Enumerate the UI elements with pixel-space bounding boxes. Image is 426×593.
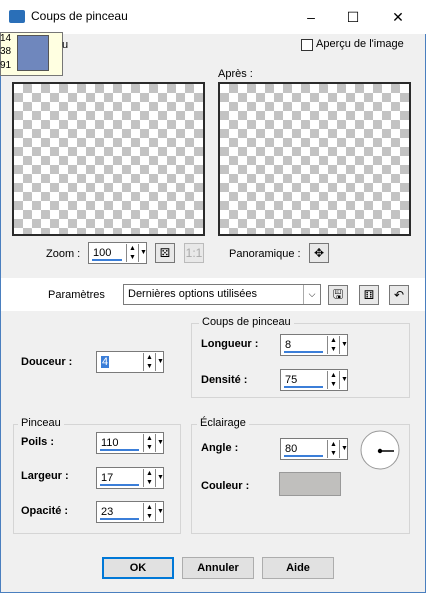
angle-label: Angle : [201,442,239,454]
stroke-group-label: Coups de pinceau [199,316,294,328]
chevron-down-icon: ⌵ [303,285,320,304]
presets-dropdown[interactable]: Dernières options utilisées ⌵ [123,284,321,305]
window-title: Coups de pinceau [31,9,128,23]
bristles-dropdown-arrow[interactable]: ▼ [157,434,164,452]
angle-field[interactable]: 80 ▲ ▼ ▼ [280,438,348,460]
close-button[interactable]: ✕ [375,0,421,34]
before-preview-pane[interactable] [12,82,205,236]
width-value: 17 [101,472,114,484]
density-field[interactable]: 75 ▲ ▼ ▼ [280,369,348,391]
angle-underline [284,455,323,457]
bristles-spin-arrows[interactable]: ▲ ▼ [143,434,156,452]
lighting-group-label: Éclairage [197,417,249,429]
width-dropdown-arrow[interactable]: ▼ [157,469,164,487]
zoom-label: Zoom : [46,248,81,260]
maximize-button[interactable]: ☐ [330,0,376,34]
width-spin-arrows[interactable]: ▲ ▼ [143,469,156,487]
brush-group-label: Pinceau [18,417,64,429]
cancel-button[interactable]: Annuler [182,557,254,579]
preview-checkbox-label: Aperçu de l'image [316,38,404,50]
presets-label: Paramètres [48,289,105,301]
softness-field[interactable]: 4 ▲ ▼ ▼ [96,351,164,373]
angle-value: 80 [285,443,298,455]
bristles-label: Poils : [21,436,55,448]
zoom-field[interactable]: 100 ▲ ▼ ▼ [88,242,147,264]
length-spin-arrows[interactable]: ▲ ▼ [327,336,340,354]
zoom-actual-size-button[interactable]: 1:1 [184,243,204,263]
bristles-value: 110 [101,437,119,449]
zoom-dropdown-arrow[interactable]: ▼ [140,244,147,262]
pan-button[interactable]: ✥ [309,243,329,263]
after-label: Après : [218,68,253,80]
zoom-value: 100 [93,247,112,259]
app-icon [9,10,25,23]
opacity-value: 23 [101,506,114,518]
after-preview-pane[interactable] [218,82,411,236]
length-dropdown-arrow[interactable]: ▼ [341,336,348,354]
randomize-dice-icon[interactable]: ⚅ [359,285,379,305]
preview-checkbox[interactable] [301,39,313,51]
opacity-spin-arrows[interactable]: ▲ ▼ [143,503,156,521]
softness-value: 4 [101,356,110,368]
presets-selected-value: Dernières options utilisées [128,288,258,300]
bristles-field[interactable]: 110 ▲ ▼ ▼ [96,432,164,454]
angle-dropdown-arrow[interactable]: ▼ [341,440,348,458]
bristles-underline [100,449,139,451]
density-label: Densité : [201,374,248,386]
width-underline [100,484,139,486]
density-dropdown-arrow[interactable]: ▼ [341,371,348,389]
width-field[interactable]: 17 ▲ ▼ ▼ [96,467,164,489]
length-underline [284,351,323,353]
help-button[interactable]: Aide [262,557,334,579]
softness-spin-arrows[interactable]: ▲ ▼ [143,353,156,371]
reset-icon[interactable]: ↶ [389,285,409,305]
opacity-underline [100,518,139,520]
zoom-spin-arrows[interactable]: ▲ ▼ [126,244,139,262]
density-spin-arrows[interactable]: ▲ ▼ [327,371,340,389]
opacity-dropdown-arrow[interactable]: ▼ [157,503,164,521]
width-label: Largeur : [21,470,69,482]
length-label: Longueur : [201,338,259,350]
length-value: 8 [285,339,292,351]
density-underline [284,386,323,388]
density-value: 75 [285,374,298,386]
tooltip-value-r: 14 [0,33,12,44]
softness-dropdown-arrow[interactable]: ▼ [157,353,164,371]
tooltip-color-swatch [17,35,49,71]
opacity-field[interactable]: 23 ▲ ▼ ▼ [96,501,164,523]
save-preset-icon[interactable]: 🖫 [328,285,348,305]
angle-spin-arrows[interactable]: ▲ ▼ [327,440,340,458]
minimize-button[interactable]: – [288,0,334,34]
zoom-fit-button[interactable]: ⚄ [155,243,175,263]
zoom-underline [92,259,122,261]
softness-label: Douceur : [21,356,73,368]
ok-button[interactable]: OK [102,557,174,579]
tooltip-value-g: 38 [0,46,12,57]
opacity-label: Opacité : [21,505,69,517]
lighting-color-swatch[interactable] [279,472,341,496]
tooltip-value-b: 91 [0,60,12,71]
lighting-color-label: Couleur : [201,480,250,492]
angle-dial[interactable] [360,430,400,470]
length-field[interactable]: 8 ▲ ▼ ▼ [280,334,348,356]
before-label-partial: u [62,39,69,51]
pan-label: Panoramique : [229,248,301,260]
